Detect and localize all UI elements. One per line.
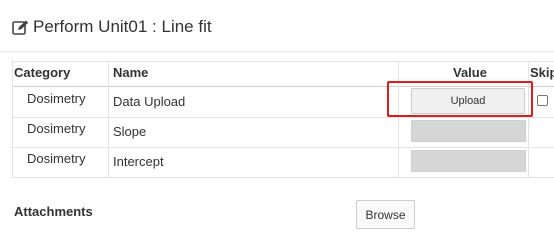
upload-button[interactable]: Upload xyxy=(411,88,525,114)
category-cell: Dosimetry xyxy=(27,151,86,166)
name-cell: Slope xyxy=(113,124,147,139)
column-divider xyxy=(108,61,109,178)
table-left-border xyxy=(12,61,13,178)
column-header-skip: Skip xyxy=(530,65,554,80)
row-divider xyxy=(12,177,554,178)
attachments-label: Attachments xyxy=(14,204,93,219)
page-title: Perform Unit01 : Line fit xyxy=(12,17,212,37)
column-header-category: Category xyxy=(14,65,71,80)
category-cell: Dosimetry xyxy=(27,121,86,136)
row-divider xyxy=(12,147,554,148)
column-divider xyxy=(528,61,529,178)
panel-header: Perform Unit01 : Line fit xyxy=(0,0,554,52)
column-header-name: Name xyxy=(113,65,149,80)
page-title-text: Perform Unit01 : Line fit xyxy=(33,17,212,36)
name-cell: Data Upload xyxy=(113,94,186,109)
intercept-value-field[interactable] xyxy=(411,150,526,172)
row-divider xyxy=(12,117,554,118)
column-header-value: Value xyxy=(453,65,487,80)
slope-value-field[interactable] xyxy=(411,120,526,142)
category-cell: Dosimetry xyxy=(27,91,86,106)
column-divider xyxy=(398,61,399,178)
edit-icon xyxy=(12,20,29,35)
name-cell: Intercept xyxy=(113,154,164,169)
table-top-border xyxy=(12,61,554,62)
skip-checkbox[interactable] xyxy=(537,95,548,106)
browse-button[interactable]: Browse xyxy=(356,200,415,229)
